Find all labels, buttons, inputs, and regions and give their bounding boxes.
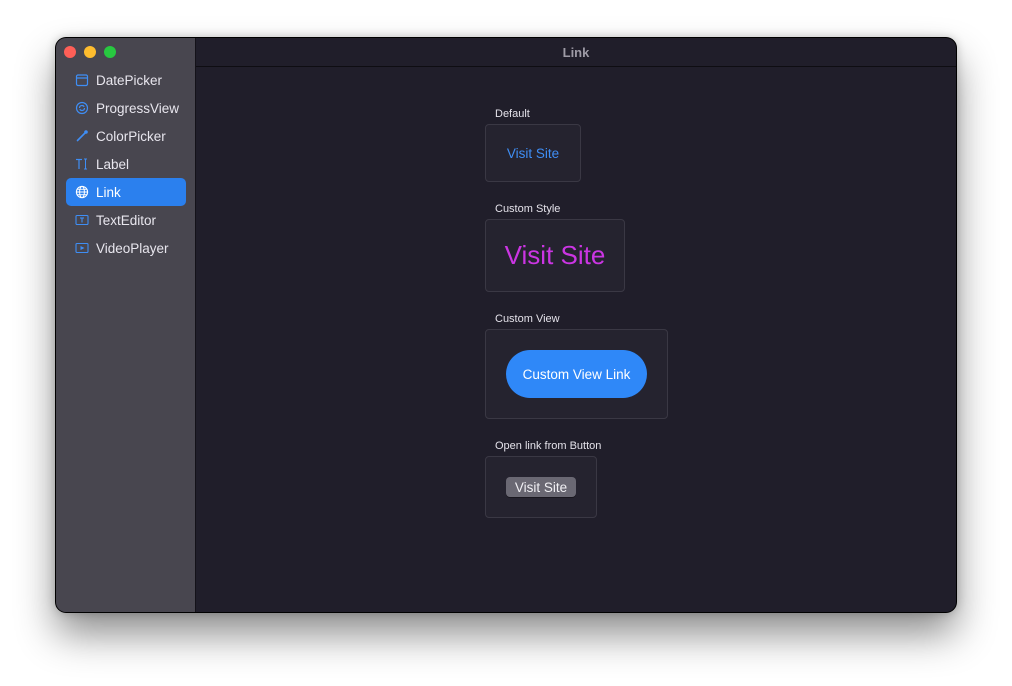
- calendar-icon: [75, 73, 89, 87]
- zoom-window-button[interactable]: [104, 46, 116, 58]
- detail-content: Default Visit Site Custom Style Visit Si…: [196, 67, 956, 612]
- play-rectangle-icon: [75, 241, 89, 255]
- sidebar-item-label: ColorPicker: [96, 128, 166, 144]
- sidebar-item-label: TextEditor: [96, 212, 157, 228]
- custom-view-link[interactable]: Custom View Link: [506, 350, 647, 398]
- button-link-container: Visit Site: [485, 456, 597, 518]
- sidebar-item-label: Label: [96, 156, 130, 172]
- text-cursor-icon: [75, 157, 89, 171]
- section-title-custom-view: Custom View: [495, 313, 560, 325]
- custom-view-link-container: Custom View Link: [485, 329, 668, 419]
- sidebar-item-label: ProgressView: [96, 100, 180, 116]
- sidebar-item-label: DatePicker: [96, 72, 163, 88]
- sidebar-item-progressview[interactable]: ProgressView: [66, 94, 186, 122]
- visit-site-button-label: Visit Site: [514, 479, 568, 495]
- sidebar-item-videoplayer[interactable]: VideoPlayer: [66, 234, 186, 262]
- sidebar-item-datepicker[interactable]: DatePicker: [66, 66, 186, 94]
- progress-icon: [75, 101, 89, 115]
- section-title-default: Default: [495, 108, 530, 120]
- section-title-custom-style: Custom Style: [495, 203, 561, 215]
- textbox-icon: [75, 213, 89, 227]
- default-link[interactable]: Visit Site: [507, 146, 559, 161]
- sidebar-item-label-view[interactable]: Label: [66, 150, 186, 178]
- section-title-button: Open link from Button: [495, 440, 602, 452]
- sidebar-item-link[interactable]: Link: [66, 178, 186, 206]
- sidebar-item-label: VideoPlayer: [96, 240, 169, 256]
- sidebar: DatePicker ProgressView ColorPicker Labe…: [56, 38, 196, 612]
- custom-view-link-label: Custom View Link: [522, 366, 631, 382]
- app-window: DatePicker ProgressView ColorPicker Labe…: [56, 38, 956, 612]
- window-controls: [64, 46, 116, 58]
- sidebar-item-label: Link: [96, 184, 121, 200]
- custom-style-link[interactable]: Visit Site: [505, 240, 606, 271]
- visit-site-button[interactable]: Visit Site: [506, 477, 576, 497]
- sidebar-nav: DatePicker ProgressView ColorPicker Labe…: [66, 66, 186, 262]
- window-title: Link: [562, 44, 590, 60]
- eyedropper-icon: [75, 129, 89, 143]
- close-window-button[interactable]: [64, 46, 76, 58]
- custom-style-link-container: Visit Site: [485, 219, 625, 292]
- sidebar-item-colorpicker[interactable]: ColorPicker: [66, 122, 186, 150]
- globe-icon: [75, 185, 89, 199]
- default-link-container: Visit Site: [485, 124, 581, 182]
- window-titlebar: Link: [196, 38, 956, 67]
- minimize-window-button[interactable]: [84, 46, 96, 58]
- sidebar-item-texteditor[interactable]: TextEditor: [66, 206, 186, 234]
